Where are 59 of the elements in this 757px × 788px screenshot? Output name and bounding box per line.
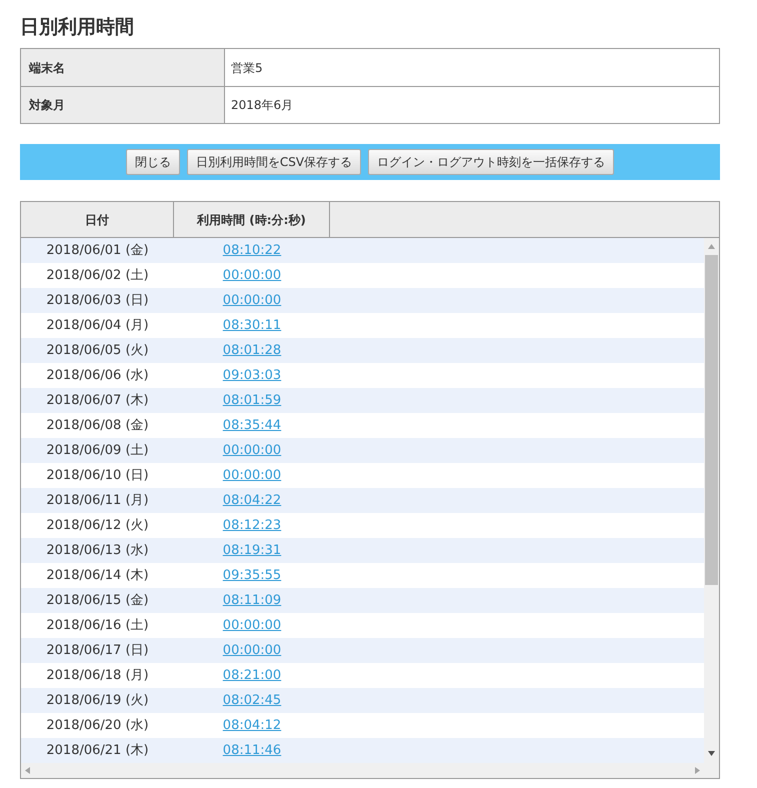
scroll-up-icon[interactable] <box>708 244 715 249</box>
time-link[interactable]: 08:11:46 <box>174 740 330 760</box>
date-cell-text: 2018/06/19 (火) <box>45 692 150 710</box>
date-cell-text: 2018/06/06 (水) <box>45 366 150 385</box>
date-cell-text: 2018/06/20 (水) <box>45 716 150 735</box>
time-link[interactable]: 00:00:00 <box>174 640 330 660</box>
date-cell-text: 2018/06/09 (土) <box>45 442 150 460</box>
date-cell-text: 2018/06/01 (金) <box>45 242 150 260</box>
date-cell-text: 2018/06/18 (月) <box>45 666 150 685</box>
date-cell-text: 2018/06/11 (月) <box>45 492 150 510</box>
date-cell-text: 2018/06/12 (火) <box>45 516 150 535</box>
time-link[interactable]: 08:21:00 <box>174 666 330 686</box>
vertical-scrollbar[interactable] <box>704 238 719 778</box>
time-link[interactable]: 00:00:00 <box>174 616 330 636</box>
time-link[interactable]: 00:00:00 <box>174 466 330 486</box>
action-button[interactable]: ログイン・ログアウト時刻を一括保存する <box>368 149 614 175</box>
time-link[interactable]: 00:00:00 <box>174 440 330 460</box>
info-label: 端末名 <box>21 49 225 86</box>
scroll-right-icon[interactable] <box>695 767 700 774</box>
info-value: 2018年6月 <box>230 97 294 114</box>
time-link[interactable]: 08:02:45 <box>174 690 330 710</box>
scrollbar-thumb[interactable] <box>705 255 718 585</box>
column-header: 利用時間 (時:分:秒) <box>174 202 330 237</box>
date-cell-text: 2018/06/17 (日) <box>45 642 150 660</box>
date-cell-text: 2018/06/15 (金) <box>45 592 150 610</box>
time-link[interactable]: 08:12:23 <box>174 516 330 536</box>
time-link[interactable]: 08:11:09 <box>174 590 330 610</box>
scroll-down-icon[interactable] <box>708 751 715 756</box>
horizontal-scrollbar[interactable] <box>21 763 704 778</box>
time-link[interactable]: 08:19:31 <box>174 540 330 560</box>
page-title: 日別利用時間 <box>20 15 135 40</box>
date-cell-text: 2018/06/05 (火) <box>45 342 150 360</box>
date-cell-text: 2018/06/04 (月) <box>45 316 150 335</box>
date-cell-text: 2018/06/10 (日) <box>45 466 150 485</box>
info-label: 対象月 <box>21 87 225 123</box>
time-link[interactable]: 08:04:12 <box>174 716 330 736</box>
time-link[interactable]: 00:00:00 <box>174 290 330 310</box>
date-cell-text: 2018/06/14 (木) <box>45 566 150 585</box>
time-link[interactable]: 08:01:59 <box>174 390 330 410</box>
time-link[interactable]: 09:03:03 <box>174 366 330 386</box>
time-link[interactable]: 08:35:44 <box>174 416 330 436</box>
date-cell-text: 2018/06/08 (金) <box>45 416 150 435</box>
column-header: 日付 <box>21 202 174 237</box>
date-cell-text: 2018/06/16 (土) <box>45 616 150 635</box>
time-link[interactable]: 08:30:11 <box>174 316 330 336</box>
date-cell-text: 2018/06/13 (水) <box>45 542 150 560</box>
time-link[interactable]: 09:35:55 <box>174 566 330 586</box>
date-cell-text: 2018/06/07 (木) <box>45 392 150 410</box>
action-button[interactable]: 日別利用時間をCSV保存する <box>186 149 362 175</box>
time-link[interactable]: 08:04:22 <box>174 490 330 510</box>
time-link[interactable]: 00:00:00 <box>174 266 330 286</box>
date-cell-text: 2018/06/03 (日) <box>45 292 150 310</box>
scroll-left-icon[interactable] <box>25 767 30 774</box>
action-button[interactable]: 閉じる <box>126 149 180 175</box>
time-link[interactable]: 08:01:28 <box>174 340 330 360</box>
time-link[interactable]: 08:10:22 <box>174 240 330 260</box>
info-value: 営業5 <box>230 60 264 76</box>
date-cell-text: 2018/06/02 (土) <box>45 266 150 285</box>
date-cell-text: 2018/06/21 (木) <box>45 742 150 760</box>
